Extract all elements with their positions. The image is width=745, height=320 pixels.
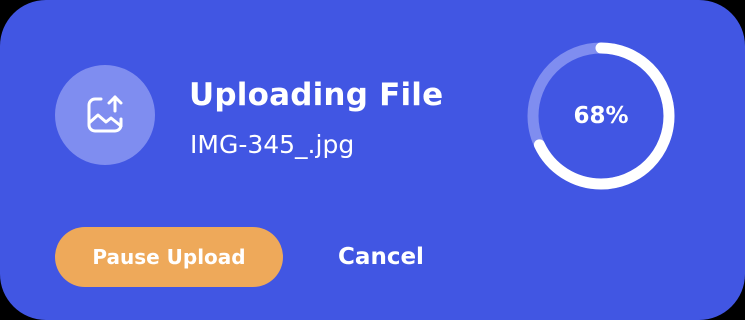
progress-percent: 68%: [573, 103, 629, 129]
pause-upload-button[interactable]: Pause Upload: [55, 227, 283, 287]
file-name: IMG-345_.jpg: [190, 130, 355, 159]
file-icon-badge: [55, 65, 155, 165]
image-upload-icon: [87, 95, 123, 133]
upload-card: Uploading File IMG-345_.jpg 68% Pause Up…: [0, 0, 745, 320]
upload-progress-ring: 68%: [526, 41, 676, 191]
cancel-button[interactable]: Cancel: [318, 227, 444, 287]
upload-title: Uploading File: [189, 77, 444, 113]
